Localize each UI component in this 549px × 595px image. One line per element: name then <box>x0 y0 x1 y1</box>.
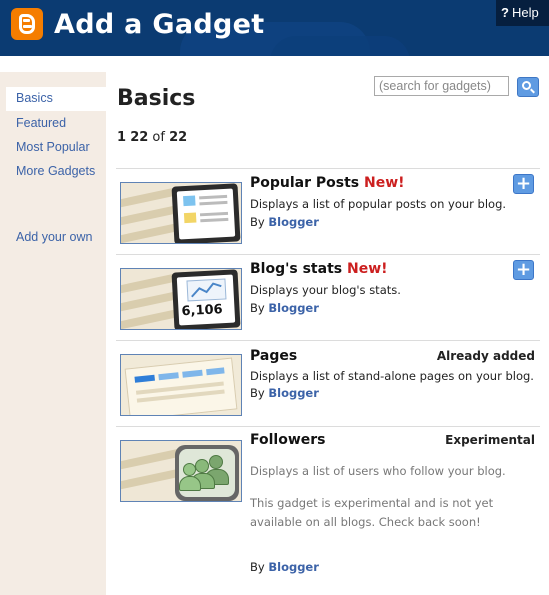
gadget-author: By Blogger <box>250 301 319 315</box>
divider <box>116 168 540 169</box>
gadget-name-followers[interactable]: Followers <box>250 432 326 448</box>
header-decoration <box>270 36 410 56</box>
help-link[interactable]: ? Help <box>496 0 549 26</box>
author-link[interactable]: Blogger <box>268 215 319 229</box>
plus-icon: + <box>515 259 532 280</box>
gadget-description: Displays a list of stand-alone pages on … <box>250 369 534 383</box>
add-gadget-button[interactable]: + <box>513 174 534 194</box>
search-button[interactable] <box>517 77 539 97</box>
gadget-thumbnail-pages <box>120 354 242 416</box>
sidebar-item-add-your-own[interactable]: Add your own <box>16 230 92 244</box>
gadget-author: By Blogger <box>250 560 319 574</box>
new-badge: New! <box>364 175 405 191</box>
divider <box>116 340 540 341</box>
divider <box>116 426 540 427</box>
divider <box>116 254 540 255</box>
status-already-added: Already added <box>436 349 535 363</box>
sidebar-item-more-gadgets[interactable]: More Gadgets <box>16 164 95 178</box>
sidebar-item-basics[interactable]: Basics <box>6 87 106 111</box>
search-input[interactable]: (search for gadgets) <box>374 76 509 96</box>
gadget-thumbnail-blogs-stats: 6,106 <box>120 268 242 330</box>
sidebar-item-label: Basics <box>16 91 53 105</box>
page-header-title: Add a Gadget <box>54 9 265 40</box>
gadget-description: Displays a list of popular posts on your… <box>250 197 507 211</box>
author-link[interactable]: Blogger <box>268 301 319 315</box>
new-badge: New! <box>346 261 388 277</box>
header-bar: Add a Gadget ? Help <box>0 0 549 56</box>
gadget-author: By Blogger <box>250 215 319 229</box>
gadget-name-popular-posts[interactable]: Popular Posts New! <box>250 175 405 191</box>
help-icon: ? <box>501 5 509 20</box>
sidebar-item-featured[interactable]: Featured <box>16 116 66 130</box>
sidebar-item-most-popular[interactable]: Most Popular <box>16 140 90 154</box>
gadget-author: By Blogger <box>250 386 319 400</box>
page-title: Basics <box>117 86 196 111</box>
blogger-logo-icon <box>11 8 43 40</box>
add-gadget-button[interactable]: + <box>513 260 534 280</box>
status-experimental: Experimental <box>445 433 535 447</box>
gadget-description: Displays a list of users who follow your… <box>250 464 506 478</box>
gadget-name-blogs-stats[interactable]: Blog's stats New! <box>250 261 388 277</box>
result-count: 1 22 of 22 <box>117 130 188 145</box>
gadget-thumbnail-popular-posts <box>120 182 242 244</box>
author-link[interactable]: Blogger <box>268 386 319 400</box>
gadget-experimental-note: This gadget is experimental and is not y… <box>250 496 494 529</box>
plus-icon: + <box>515 173 532 194</box>
stats-chart-icon <box>186 278 227 302</box>
stats-number: 6,106 <box>181 302 224 320</box>
help-label: Help <box>511 5 539 20</box>
gadget-thumbnail-followers <box>120 440 242 502</box>
gadget-description: Displays your blog's stats. <box>250 283 401 297</box>
gadget-name-pages[interactable]: Pages <box>250 348 297 364</box>
author-link[interactable]: Blogger <box>268 560 319 574</box>
